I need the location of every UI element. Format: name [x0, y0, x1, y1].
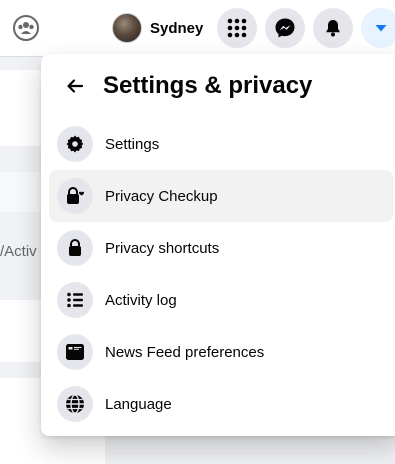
background-card [0, 300, 41, 362]
panel-header: Settings & privacy [41, 66, 395, 110]
menu-item-label: Privacy Checkup [105, 187, 218, 205]
background-card [0, 172, 41, 212]
background-partial-text: /Activ [0, 243, 37, 260]
account-button[interactable] [361, 8, 395, 48]
messenger-button[interactable] [265, 8, 305, 48]
groups-icon[interactable] [10, 12, 42, 44]
messenger-icon [275, 18, 295, 38]
avatar [112, 13, 142, 43]
menu-grid-button[interactable] [217, 8, 257, 48]
profile-name: Sydney [150, 19, 204, 37]
top-navigation-bar: Sydney [0, 0, 395, 57]
menu-item-label: Language [105, 395, 172, 413]
menu-item-privacy-shortcuts[interactable]: Privacy shortcuts [49, 222, 393, 274]
menu-grid-icon [227, 18, 247, 38]
settings-menu: Settings Privacy Checkup Privacy shortcu… [49, 118, 393, 430]
back-button[interactable] [57, 68, 93, 104]
menu-item-label: News Feed preferences [105, 343, 265, 361]
menu-item-news-feed-preferences[interactable]: News Feed preferences [49, 326, 393, 378]
account-caret-down-icon [375, 25, 387, 32]
lock-icon [57, 230, 93, 266]
lock-heart-icon [57, 178, 93, 214]
list-icon [57, 282, 93, 318]
notifications-button[interactable] [313, 8, 353, 48]
menu-item-label: Activity log [105, 291, 177, 309]
profile-chip[interactable]: Sydney [112, 10, 211, 46]
menu-item-privacy-checkup[interactable]: Privacy Checkup [49, 170, 393, 222]
menu-item-label: Privacy shortcuts [105, 239, 220, 257]
feed-icon [57, 334, 93, 370]
menu-item-label: Settings [105, 135, 160, 153]
background-card [0, 70, 41, 146]
back-arrow-icon [67, 79, 84, 93]
panel-title: Settings & privacy [103, 72, 313, 99]
settings-privacy-dropdown: Settings & privacy Settings Privacy Chec… [41, 54, 395, 436]
menu-item-settings[interactable]: Settings [49, 118, 393, 170]
menu-item-activity-log[interactable]: Activity log [49, 274, 393, 326]
notifications-bell-icon [326, 20, 340, 37]
globe-icon [57, 386, 93, 422]
menu-item-language[interactable]: Language [49, 378, 393, 430]
gear-icon [57, 126, 93, 162]
